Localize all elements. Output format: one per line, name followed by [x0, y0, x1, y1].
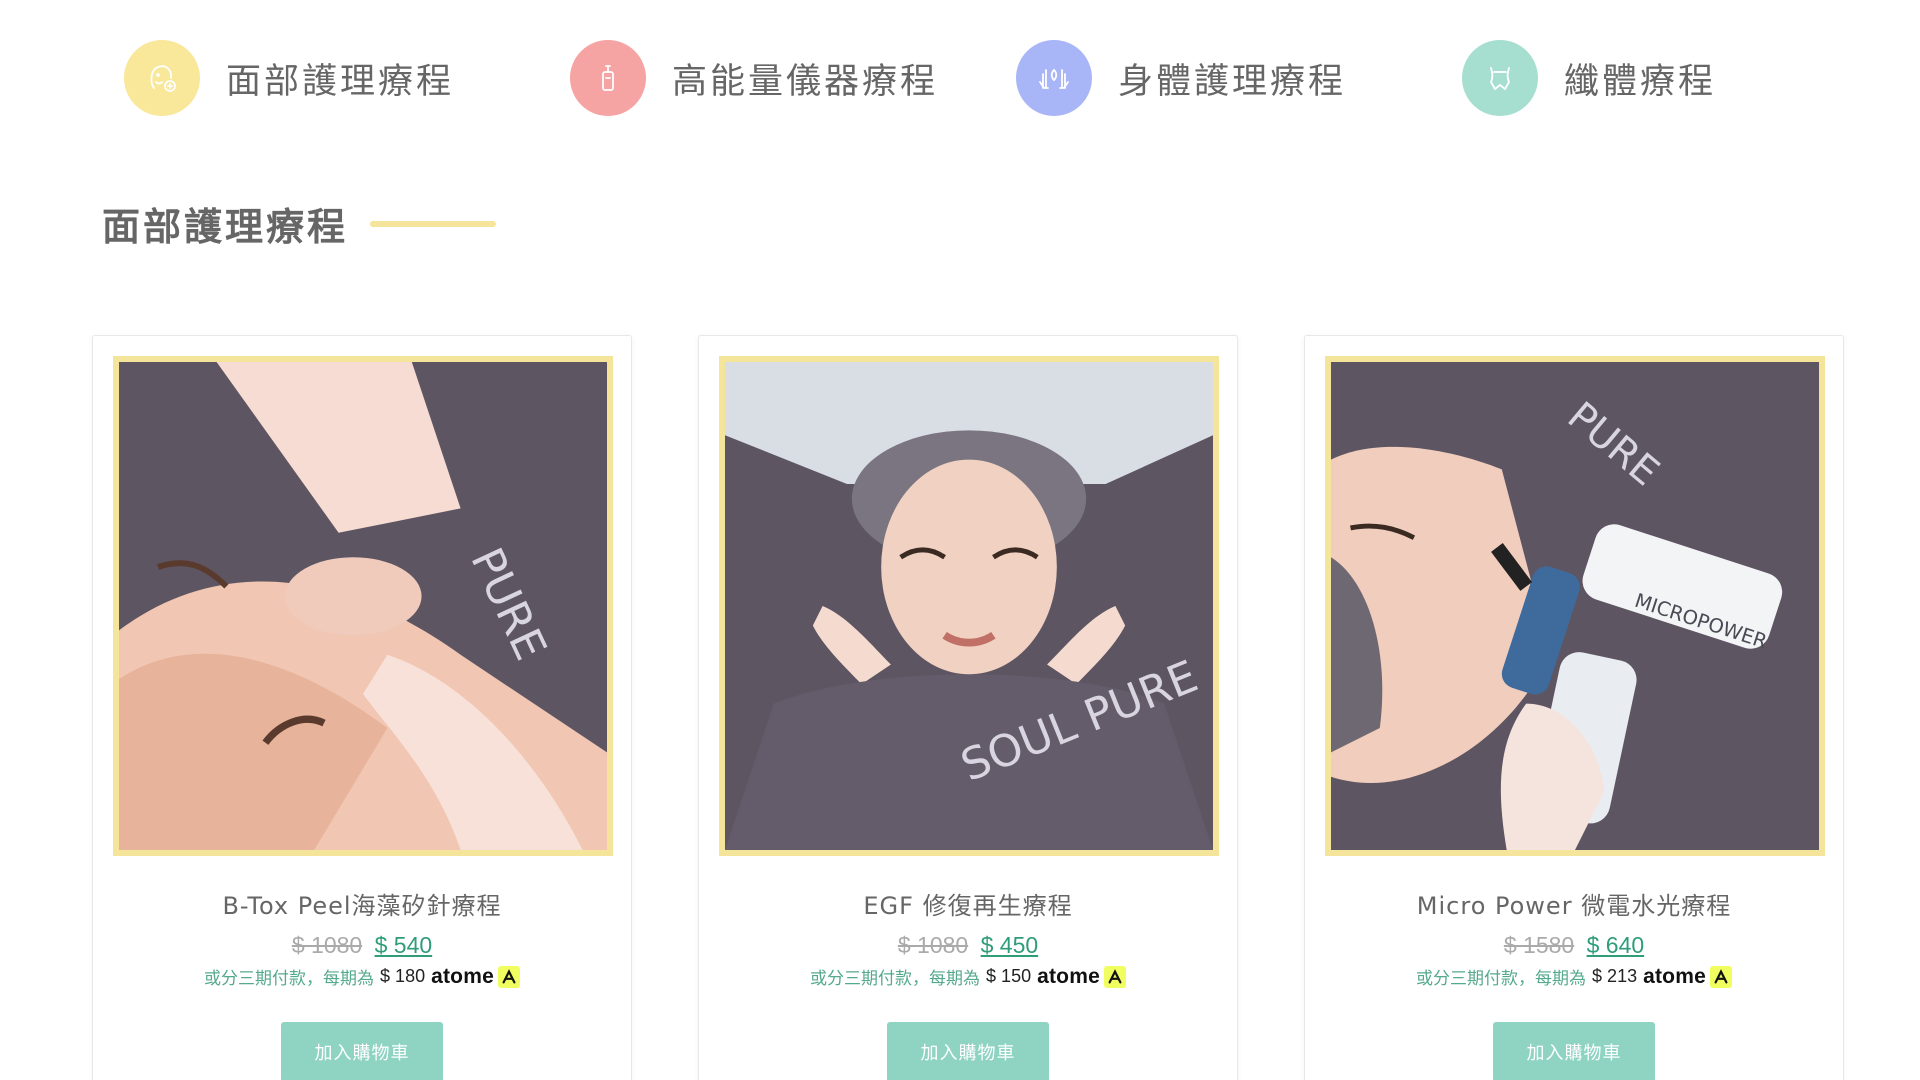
add-to-cart-button[interactable]: 加入購物車	[1493, 1022, 1655, 1080]
category-slimming[interactable]: 纖體療程	[1462, 38, 1716, 118]
product-title[interactable]: EGF 修復再生療程	[699, 886, 1237, 921]
category-label: 面部護理療程	[226, 61, 455, 102]
atome-logo-icon	[1103, 965, 1126, 988]
product-image[interactable]: PURE	[113, 356, 613, 856]
category-device[interactable]: 高能量儀器療程	[570, 38, 938, 118]
device-icon	[570, 40, 646, 116]
product-image[interactable]: MICROPOWER PURE	[1325, 356, 1825, 856]
category-label: 纖體療程	[1564, 61, 1717, 102]
atome-logo-text: atome	[1037, 964, 1100, 988]
product-card: MICROPOWER PURE Micro Power 微電水光療程 $ 158…	[1304, 335, 1844, 1080]
face-care-icon	[124, 40, 200, 116]
product-title[interactable]: B-Tox Peel海藻矽針療程	[93, 886, 631, 921]
section-title: 面部護理療程	[102, 205, 349, 249]
original-price: $ 1080	[897, 932, 969, 958]
body-icon	[1462, 40, 1538, 116]
add-to-cart-button[interactable]: 加入購物車	[281, 1022, 443, 1080]
hands-icon	[1016, 40, 1092, 116]
installment-text: 或分三期付款，每期為	[1416, 969, 1587, 989]
category-nav: 面部護理療程 高能量儀器療程 身體護理療程 纖體療程	[124, 38, 1844, 118]
product-price: $ 1580 $ 640	[1305, 932, 1843, 959]
original-price: $ 1080	[291, 932, 363, 958]
product-title[interactable]: Micro Power 微電水光療程	[1305, 886, 1843, 921]
sale-price[interactable]: $ 540	[375, 932, 433, 958]
installment-text: 或分三期付款，每期為	[810, 969, 981, 989]
sale-price[interactable]: $ 640	[1587, 932, 1645, 958]
product-card: SOUL PURE EGF 修復再生療程 $ 1080 $ 450 或分三期付款…	[698, 335, 1238, 1080]
add-to-cart-button[interactable]: 加入購物車	[887, 1022, 1049, 1080]
category-face-care[interactable]: 面部護理療程	[124, 38, 454, 118]
installment-info: 或分三期付款，每期為 $ 213 atome	[1305, 964, 1843, 989]
page: 面部護理療程 高能量儀器療程 身體護理療程 纖體療程 面部護理療程 PURE B…	[0, 0, 1920, 1080]
installment-amount: $ 180	[380, 966, 426, 986]
original-price: $ 1580	[1503, 932, 1575, 958]
sale-price[interactable]: $ 450	[981, 932, 1039, 958]
atome-logo-text: atome	[431, 964, 494, 988]
product-price: $ 1080 $ 540	[93, 932, 631, 959]
product-image[interactable]: SOUL PURE	[719, 356, 1219, 856]
atome-logo-icon	[497, 965, 520, 988]
installment-info: 或分三期付款，每期為 $ 180 atome	[93, 964, 631, 989]
product-card: PURE B-Tox Peel海藻矽針療程 $ 1080 $ 540 或分三期付…	[92, 335, 632, 1080]
atome-logo-text: atome	[1643, 964, 1706, 988]
section-heading: 面部護理療程	[102, 196, 497, 251]
installment-amount: $ 150	[986, 966, 1032, 986]
atome-logo-icon	[1709, 965, 1732, 988]
section-divider	[370, 220, 497, 227]
category-label: 高能量儀器療程	[672, 61, 939, 102]
product-price: $ 1080 $ 450	[699, 932, 1237, 959]
installment-amount: $ 213	[1592, 966, 1638, 986]
category-label: 身體護理療程	[1118, 61, 1347, 102]
installment-info: 或分三期付款，每期為 $ 150 atome	[699, 964, 1237, 989]
category-body-care[interactable]: 身體護理療程	[1016, 38, 1346, 118]
installment-text: 或分三期付款，每期為	[204, 969, 375, 989]
